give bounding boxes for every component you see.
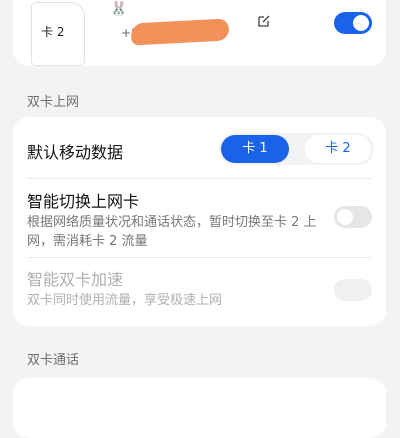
section-title-dual-call: 双卡通话	[27, 353, 80, 368]
dual-accel-desc: 双卡同时使用流量，享受极速上网	[27, 293, 223, 308]
dual-accel-title: 智能双卡加速	[27, 270, 124, 289]
smart-switch-desc: 根据网络质量状况和通话状态，暂时切换至卡 2 上网，需消耗卡 2 流量	[27, 215, 317, 249]
default-data-label: 默认移动数据	[27, 143, 124, 162]
redaction-mark	[130, 18, 230, 46]
divider	[27, 257, 372, 258]
sim-card: 卡 2 🐰 +86	[13, 0, 386, 66]
option-card-1[interactable]: 卡 1	[221, 135, 289, 163]
section-title-dual-data: 双卡上网	[27, 95, 80, 110]
dual-accel-toggle[interactable]	[334, 279, 372, 301]
dual-call-card	[13, 378, 386, 438]
option-card-2[interactable]: 卡 2	[305, 135, 371, 163]
smart-switch-title: 智能切换上网卡	[27, 192, 140, 211]
divider	[27, 178, 372, 179]
sim-card-icon: 卡 2	[31, 2, 85, 66]
sim-enable-toggle[interactable]	[334, 12, 372, 34]
smart-switch-toggle[interactable]	[334, 206, 372, 228]
avatar: 🐰	[110, 1, 128, 17]
sim-icon-label: 卡 2	[41, 25, 65, 39]
dual-data-card: 默认移动数据 卡 1 卡 2 智能切换上网卡 根据网络质量状况和通话状态，暂时切…	[13, 117, 386, 326]
edit-icon[interactable]	[257, 14, 271, 28]
default-data-selector: 卡 1 卡 2	[219, 133, 374, 165]
